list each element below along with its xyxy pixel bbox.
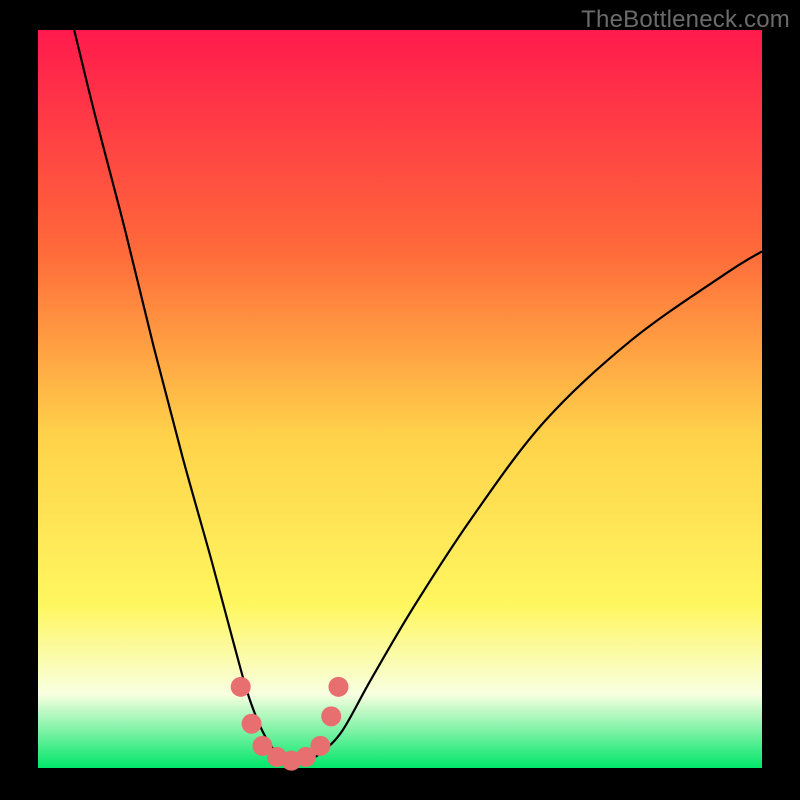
curve-marker xyxy=(231,677,251,697)
curve-marker xyxy=(242,714,262,734)
watermark-text: TheBottleneck.com xyxy=(581,6,790,34)
curve-marker xyxy=(328,677,348,697)
plot-area xyxy=(38,30,762,768)
curve-marker xyxy=(310,736,330,756)
bottleneck-chart xyxy=(0,0,800,800)
curve-marker xyxy=(321,706,341,726)
chart-stage: TheBottleneck.com xyxy=(0,0,800,800)
